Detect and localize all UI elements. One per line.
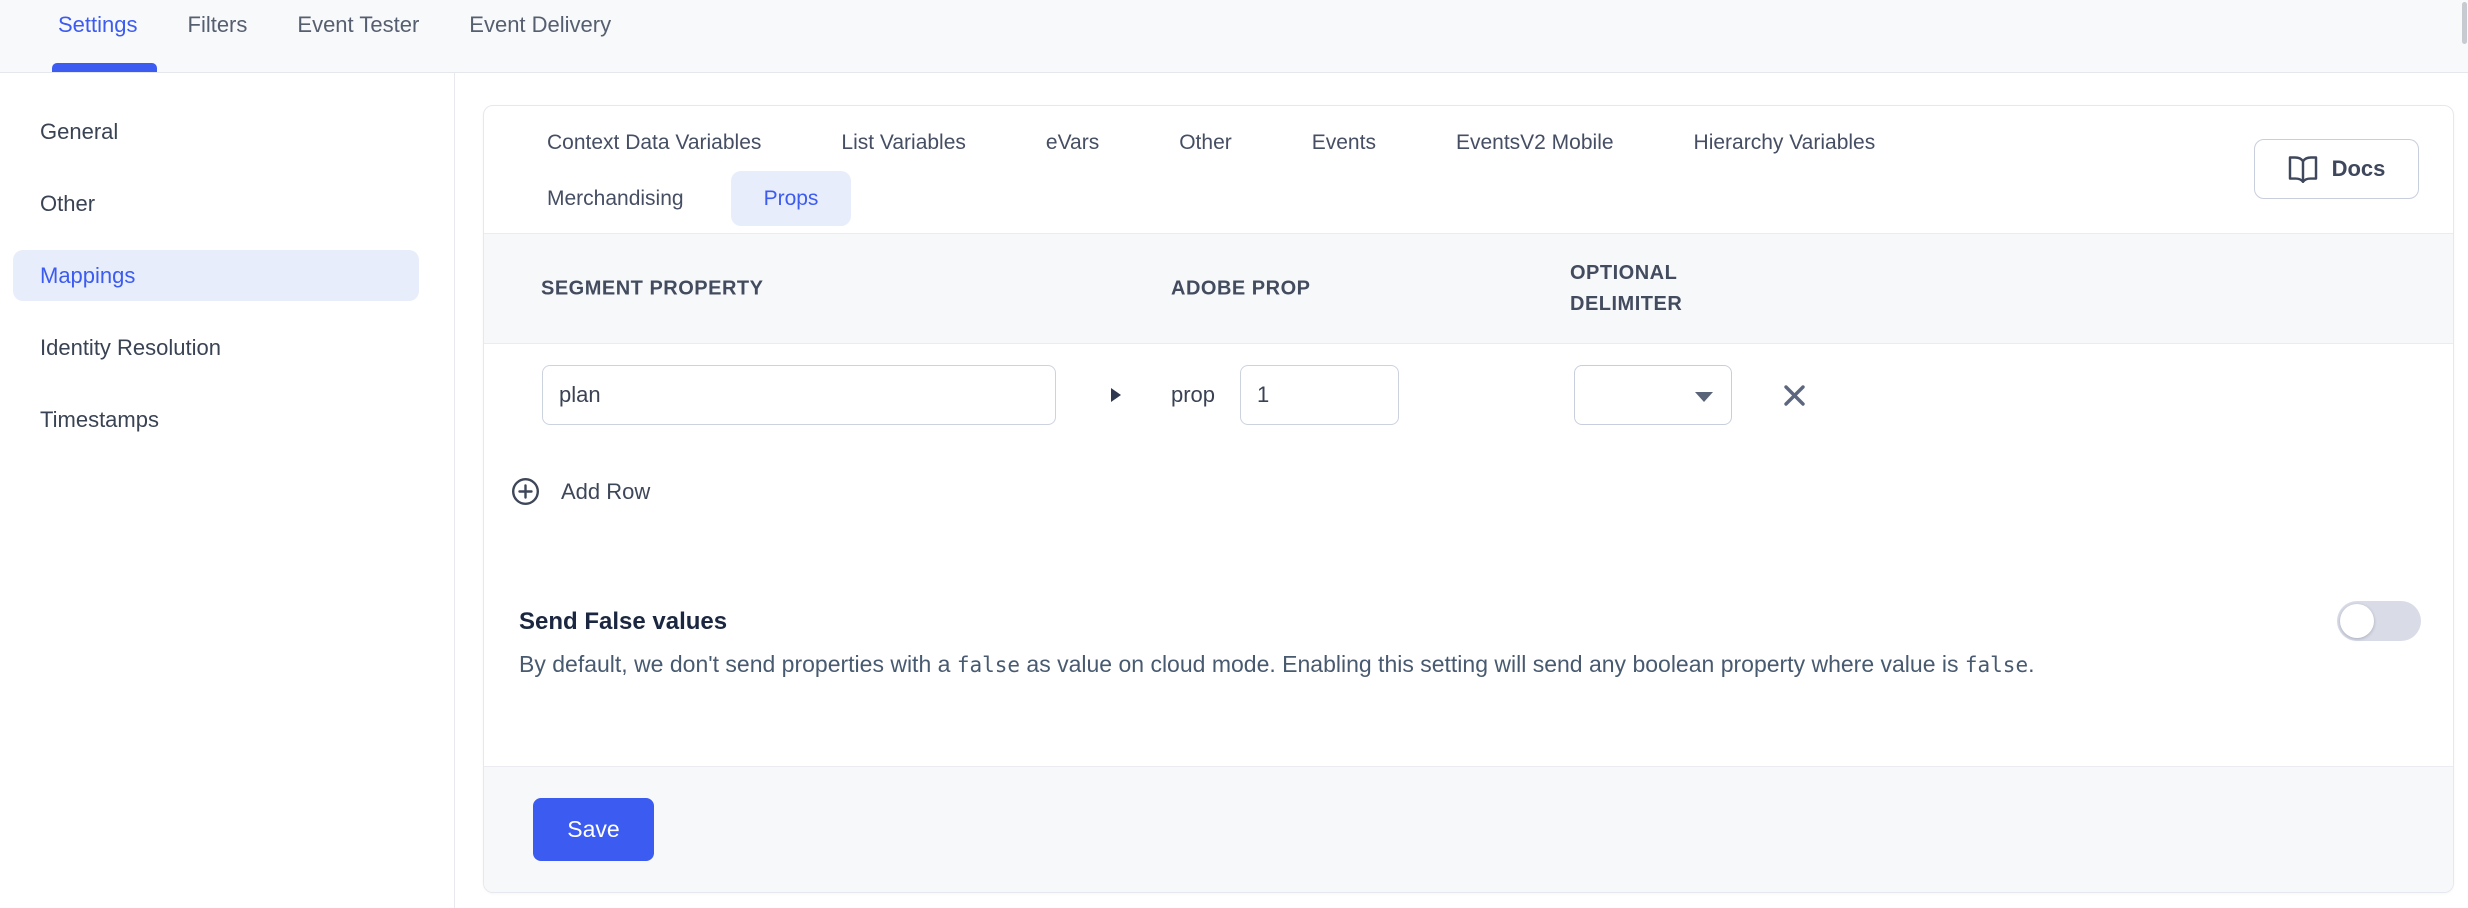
segment-property-input[interactable] <box>542 365 1056 425</box>
docs-button-label: Docs <box>2332 156 2386 182</box>
delimiter-dropdown[interactable] <box>1574 365 1732 425</box>
send-false-values-title: Send False values <box>519 606 727 638</box>
nav-tab-filters[interactable]: Filters <box>188 12 248 38</box>
column-header-segment-property: SEGMENT PROPERTY <box>541 273 763 304</box>
sidebar-item-other[interactable]: Other <box>13 178 419 229</box>
tab-other[interactable]: Other <box>1146 115 1265 170</box>
tab-hierarchy-variables[interactable]: Hierarchy Variables <box>1661 115 1909 170</box>
active-tab-underline <box>52 63 157 72</box>
docs-button[interactable]: Docs <box>2254 139 2419 199</box>
plus-circle-icon <box>511 477 540 506</box>
mappings-card: Context Data Variables List Variables eV… <box>483 105 2454 893</box>
add-row-label: Add Row <box>561 479 650 505</box>
send-false-values-description: By default, we don't send properties wit… <box>519 643 2309 686</box>
remove-row-button[interactable] <box>1772 365 1816 425</box>
tab-events[interactable]: Events <box>1279 115 1409 170</box>
tab-eventsv2-mobile[interactable]: EventsV2 Mobile <box>1423 115 1647 170</box>
settings-sidebar: General Other Mappings Identity Resoluti… <box>0 73 455 908</box>
add-row-button[interactable]: Add Row <box>511 477 650 506</box>
main-panel: Context Data Variables List Variables eV… <box>455 73 2468 908</box>
nav-tab-settings[interactable]: Settings <box>58 12 138 38</box>
x-icon <box>1783 384 1806 407</box>
adobe-prop-number-input[interactable] <box>1240 365 1399 425</box>
nav-tab-event-delivery[interactable]: Event Delivery <box>469 12 611 38</box>
tab-evars[interactable]: eVars <box>1013 115 1132 170</box>
tab-list-variables[interactable]: List Variables <box>808 115 999 170</box>
tab-context-data-variables[interactable]: Context Data Variables <box>514 115 794 170</box>
tab-merchandising[interactable]: Merchandising <box>514 171 717 226</box>
nav-tab-event-tester[interactable]: Event Tester <box>297 12 419 38</box>
adobe-prop-prefix-label: prop <box>1171 365 1215 425</box>
sidebar-item-general[interactable]: General <box>13 106 419 157</box>
mapping-tabs-row-2: Merchandising Props <box>514 171 851 226</box>
column-header-optional-delimiter: OPTIONAL DELIMITER <box>1570 258 1750 320</box>
mapping-table-header: SEGMENT PROPERTY ADOBE PROP OPTIONAL DEL… <box>484 233 2453 344</box>
save-button[interactable]: Save <box>533 798 654 861</box>
toggle-knob <box>2340 604 2374 638</box>
card-footer: Save <box>484 766 2453 892</box>
content-area: General Other Mappings Identity Resoluti… <box>0 73 2468 908</box>
column-header-adobe-prop: ADOBE PROP <box>1171 273 1310 304</box>
scrollbar-thumb[interactable] <box>2462 2 2467 44</box>
send-false-values-toggle[interactable] <box>2337 601 2421 641</box>
caret-down-icon <box>1695 392 1713 402</box>
top-nav-bar: Settings Filters Event Tester Event Deli… <box>0 0 2468 73</box>
triangle-right-icon <box>1102 365 1130 425</box>
sidebar-item-timestamps[interactable]: Timestamps <box>13 394 419 445</box>
mapping-tabs-row-1: Context Data Variables List Variables eV… <box>514 115 1908 170</box>
tab-props[interactable]: Props <box>731 171 852 226</box>
book-icon <box>2288 156 2318 183</box>
sidebar-item-mappings[interactable]: Mappings <box>13 250 419 301</box>
sidebar-item-identity-resolution[interactable]: Identity Resolution <box>13 322 419 373</box>
